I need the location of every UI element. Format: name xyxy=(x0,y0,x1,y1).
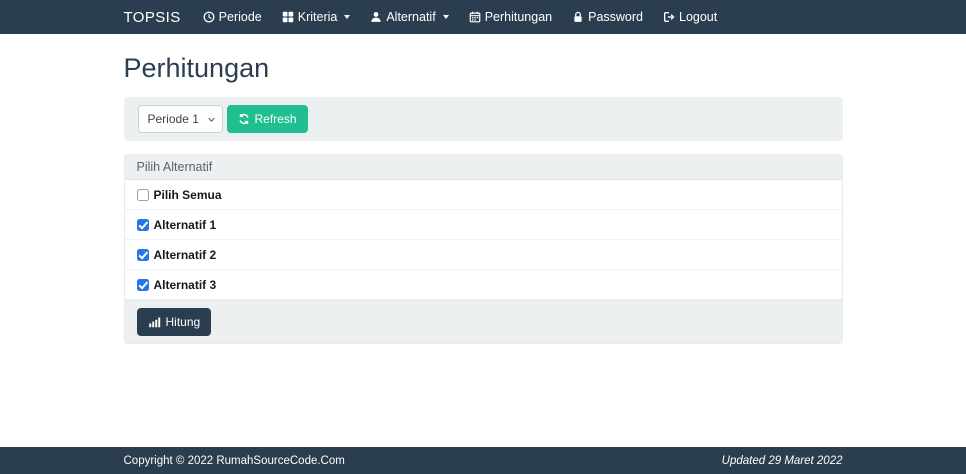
nav-item-label: Password xyxy=(588,10,643,24)
hitung-label: Hitung xyxy=(166,315,201,329)
checkbox-label: Alternatif 3 xyxy=(154,278,217,292)
row-pilih-semua[interactable]: Pilih Semua xyxy=(125,180,842,210)
refresh-icon xyxy=(238,113,250,125)
nav-item-label: Logout xyxy=(679,10,717,24)
nav-item-perhitungan[interactable]: Perhitungan xyxy=(459,0,562,34)
nav-item-label: Kriteria xyxy=(298,10,338,24)
nav-item-alternatif[interactable]: Alternatif xyxy=(360,0,458,34)
periode-filter-panel: Periode 1 Refresh xyxy=(124,97,843,141)
alternatif-1-checkbox[interactable] xyxy=(137,219,149,231)
caret-down-icon xyxy=(344,15,350,19)
copyright-text: Copyright © 2022 RumahSourceCode.Com xyxy=(124,455,345,467)
logout-icon xyxy=(663,11,675,23)
navbar-container: TOPSIS Periode Kriteria Alternatif Perhi… xyxy=(124,0,843,34)
nav-item-periode[interactable]: Periode xyxy=(193,0,272,34)
clock-icon xyxy=(203,11,215,23)
footer-container: Copyright © 2022 RumahSourceCode.Com Upd… xyxy=(124,455,843,467)
periode-select[interactable]: Periode 1 xyxy=(138,105,223,133)
checkbox-label: Alternatif 2 xyxy=(154,248,217,262)
row-alternatif-1[interactable]: Alternatif 1 xyxy=(125,210,842,240)
nav-item-logout[interactable]: Logout xyxy=(653,0,727,34)
main-content: Perhitungan Periode 1 Refresh Pilih Alte… xyxy=(124,52,843,344)
grid-icon xyxy=(282,11,294,23)
navbar: TOPSIS Periode Kriteria Alternatif Perhi… xyxy=(0,0,966,34)
hitung-button[interactable]: Hitung xyxy=(137,308,212,336)
panel-footer: Hitung xyxy=(125,300,842,343)
calendar-icon xyxy=(469,11,481,23)
page-title: Perhitungan xyxy=(124,52,843,84)
panel-heading: Pilih Alternatif xyxy=(125,155,842,180)
refresh-label: Refresh xyxy=(255,112,297,126)
nav-item-label: Perhitungan xyxy=(485,10,552,24)
caret-down-icon xyxy=(443,15,449,19)
nav-item-password[interactable]: Password xyxy=(562,0,653,34)
checkbox-label: Alternatif 1 xyxy=(154,218,217,232)
nav-item-label: Periode xyxy=(219,10,262,24)
bar-chart-icon xyxy=(148,316,161,328)
pilih-alternatif-panel: Pilih Alternatif Pilih Semua Alternatif … xyxy=(124,154,843,344)
brand-topsis[interactable]: TOPSIS xyxy=(124,9,181,26)
updated-text: Updated 29 Maret 2022 xyxy=(722,455,843,467)
nav-item-label: Alternatif xyxy=(386,10,435,24)
row-alternatif-2[interactable]: Alternatif 2 xyxy=(125,240,842,270)
user-icon xyxy=(370,11,382,23)
pilih-semua-checkbox[interactable] xyxy=(137,189,149,201)
footer: Copyright © 2022 RumahSourceCode.Com Upd… xyxy=(0,447,966,474)
panel-heading-label: Pilih Alternatif xyxy=(137,160,213,174)
nav-item-kriteria[interactable]: Kriteria xyxy=(272,0,361,34)
alternatif-2-checkbox[interactable] xyxy=(137,249,149,261)
refresh-button[interactable]: Refresh xyxy=(227,105,308,133)
periode-select-wrap: Periode 1 xyxy=(138,105,223,133)
row-alternatif-3[interactable]: Alternatif 3 xyxy=(125,270,842,300)
lock-icon xyxy=(572,11,584,23)
alternatif-3-checkbox[interactable] xyxy=(137,279,149,291)
checkbox-label: Pilih Semua xyxy=(154,188,222,202)
